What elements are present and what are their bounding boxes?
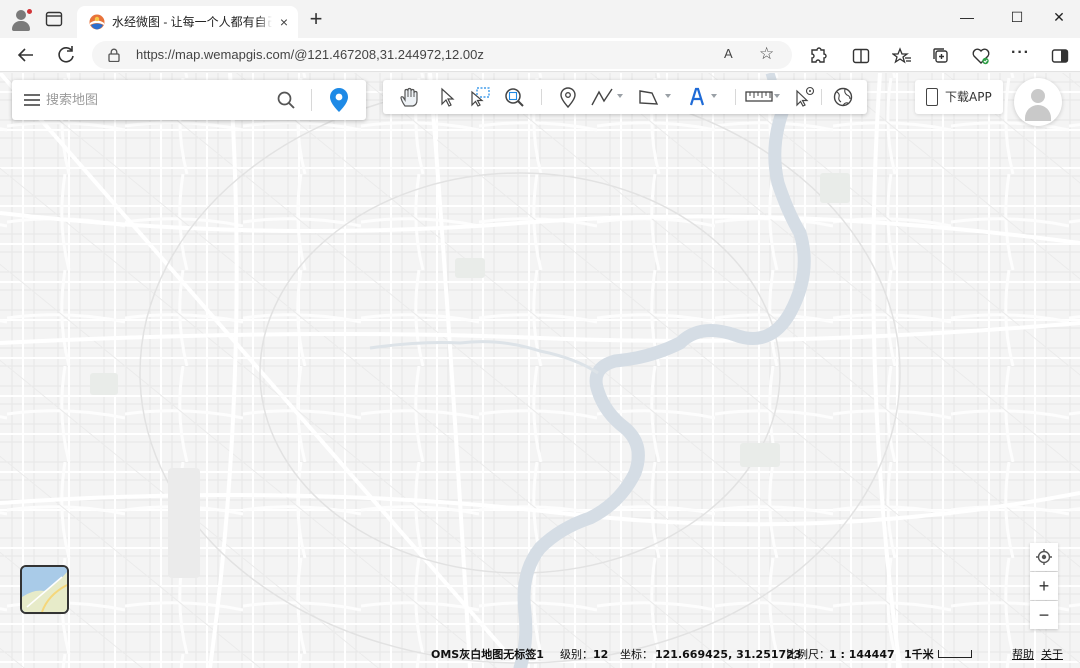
level-label: 级别： <box>560 648 593 661</box>
minimize-button[interactable]: — <box>944 4 990 30</box>
tab-title: 水经微图 - 让每一个人都有自己的地图 <box>112 14 272 30</box>
map-search-box <box>12 80 366 120</box>
select-arrow-icon[interactable] <box>435 86 459 108</box>
toolbar-divider <box>735 89 736 105</box>
scale-ratio-label: 比例尺： <box>786 648 830 661</box>
marker-tool-icon[interactable] <box>556 86 580 108</box>
text-dropdown-caret[interactable] <box>711 94 717 98</box>
crosshair-icon <box>1036 549 1052 565</box>
about-link[interactable]: 关于 <box>1041 646 1063 664</box>
tab-actions-icon[interactable] <box>45 11 63 27</box>
search-input[interactable] <box>46 89 276 111</box>
base-map-tiles[interactable] <box>0 73 1080 668</box>
download-app-button[interactable]: 下载APP <box>915 80 1003 114</box>
pan-hand-icon[interactable] <box>398 86 422 108</box>
text-tool-icon[interactable] <box>685 86 709 108</box>
locate-me-button[interactable] <box>1030 543 1058 571</box>
notification-dot <box>26 8 33 15</box>
map-canvas[interactable]: 下载APP + − OMS灰白地图无标签1 级别： 12 坐标： 121.669… <box>0 73 1080 668</box>
hamburger-menu-icon[interactable] <box>23 93 41 107</box>
active-tab[interactable]: 水经微图 - 让每一个人都有自己的地图 × <box>77 6 298 38</box>
maximize-button[interactable]: ☐ <box>994 4 1040 30</box>
zoom-in-button[interactable]: + <box>1030 572 1058 600</box>
polyline-tool-icon[interactable] <box>590 86 614 108</box>
phone-icon <box>926 88 938 106</box>
box-select-icon[interactable] <box>468 86 492 108</box>
favorite-star-icon[interactable]: ☆ <box>759 45 774 63</box>
url-text[interactable]: https://map.wemapgis.com/@121.467208,31.… <box>136 47 484 63</box>
refresh-icon[interactable] <box>52 41 80 69</box>
identify-info-icon[interactable] <box>793 86 817 108</box>
new-tab-button[interactable]: + <box>305 8 327 31</box>
favorites-icon[interactable] <box>892 46 912 66</box>
tab-strip: 水经微图 - 让每一个人都有自己的地图 × + — ☐ ✕ <box>0 0 1080 38</box>
coordinate-value: 121.669425, 31.251723 <box>655 648 802 661</box>
back-arrow-icon[interactable] <box>12 41 40 69</box>
sidebar-toggle-icon[interactable] <box>1050 46 1070 66</box>
zoom-box-icon[interactable] <box>502 86 526 108</box>
coordinate-label: 坐标： <box>620 648 653 661</box>
polyline-dropdown-caret[interactable] <box>617 94 623 98</box>
user-avatar[interactable] <box>1014 78 1062 126</box>
address-bar[interactable]: https://map.wemapgis.com/@121.467208,31.… <box>92 41 792 69</box>
lock-icon[interactable] <box>108 48 120 62</box>
basemap-switcher-thumbnail[interactable] <box>20 565 69 614</box>
wemap-favicon-icon <box>89 14 105 30</box>
scale-distance-label: 1千米 <box>904 648 934 661</box>
drawing-toolbar <box>383 80 867 114</box>
level-value: 12 <box>593 648 609 661</box>
read-aloud-icon[interactable]: A <box>724 46 733 61</box>
more-menu-icon[interactable]: ··· <box>1011 44 1031 64</box>
split-screen-icon[interactable] <box>851 46 871 66</box>
browser-essentials-icon[interactable] <box>971 46 991 66</box>
search-icon[interactable] <box>276 90 296 110</box>
measure-dropdown-caret[interactable] <box>774 94 780 98</box>
basemap-thumbnail-image <box>22 567 67 612</box>
zoom-out-button[interactable]: − <box>1030 601 1058 629</box>
collections-icon[interactable] <box>931 46 951 66</box>
status-bar: OMS灰白地图无标签1 级别： 12 坐标： 121.669425, 31.25… <box>0 642 1080 668</box>
download-app-label: 下载APP <box>945 90 992 104</box>
measure-ruler-icon[interactable] <box>745 86 773 108</box>
location-pin-icon[interactable] <box>328 87 350 113</box>
tab-close-icon[interactable]: × <box>276 14 292 30</box>
profile-avatar-icon[interactable] <box>9 8 33 32</box>
close-window-button[interactable]: ✕ <box>1036 4 1080 30</box>
globe-icon[interactable] <box>831 86 855 108</box>
layer-name[interactable]: OMS灰白地图无标签1 <box>431 646 544 664</box>
extensions-icon[interactable] <box>808 46 828 66</box>
scale-ratio-value: 1 : 144447 <box>829 648 895 661</box>
scale-bar <box>938 650 972 658</box>
toolbar-divider <box>821 89 822 105</box>
polygon-dropdown-caret[interactable] <box>665 94 671 98</box>
help-link[interactable]: 帮助 <box>1012 646 1034 664</box>
search-divider <box>311 89 312 111</box>
polygon-tool-icon[interactable] <box>636 86 660 108</box>
toolbar-divider <box>541 89 542 105</box>
browser-toolbar: https://map.wemapgis.com/@121.467208,31.… <box>0 38 1080 72</box>
